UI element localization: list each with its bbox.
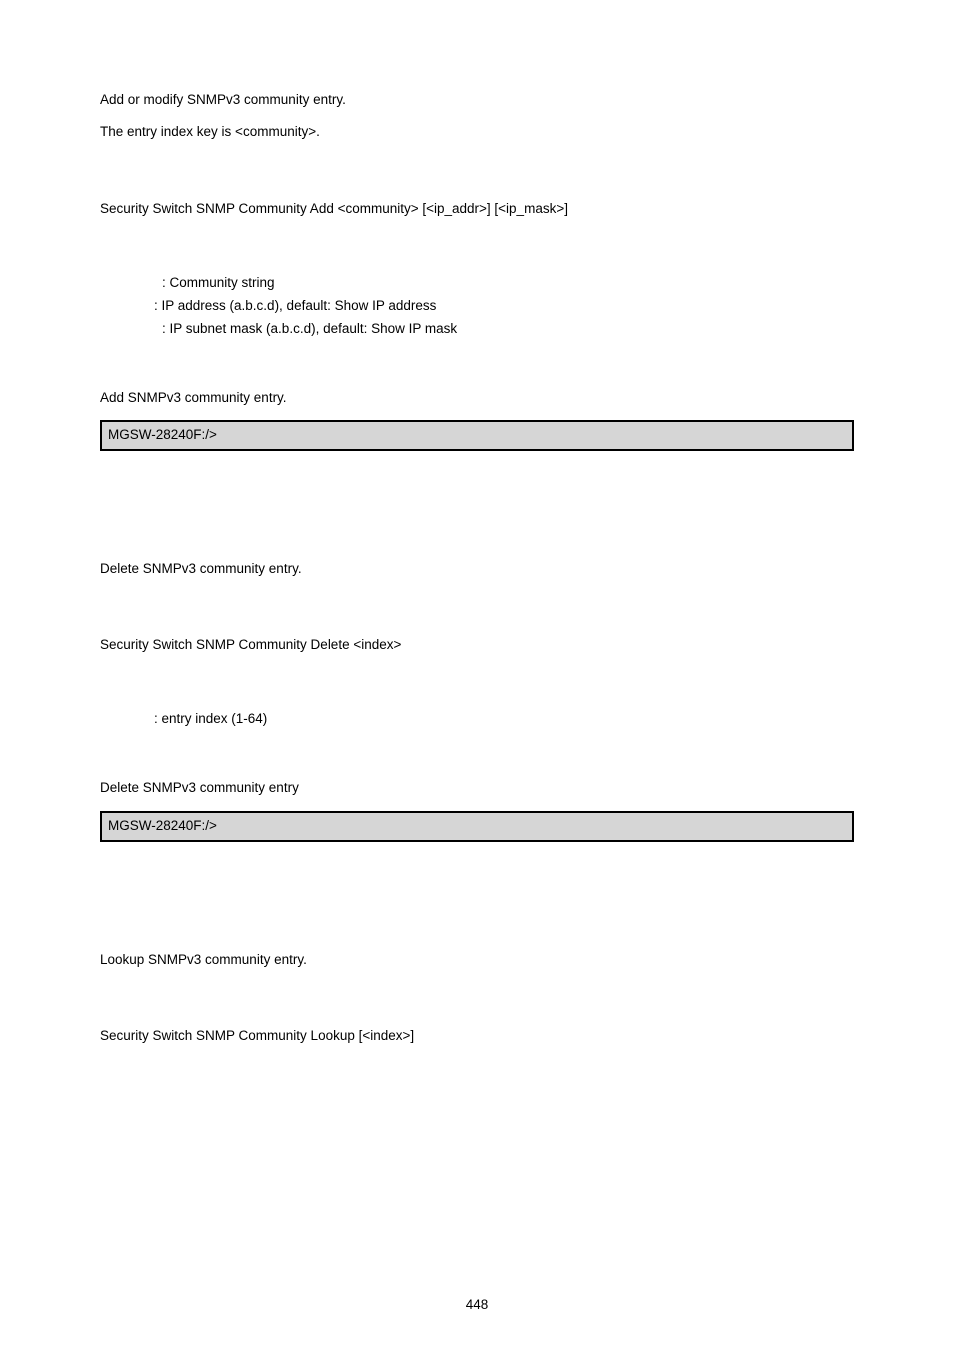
syntax-text: Security Switch SNMP Community Add <comm… bbox=[100, 199, 854, 219]
param-text: : Community string bbox=[162, 275, 854, 290]
page-number: 448 bbox=[0, 1297, 954, 1312]
param-text: : IP subnet mask (a.b.c.d), default: Sho… bbox=[162, 321, 854, 336]
param-text: : entry index (1-64) bbox=[154, 711, 854, 726]
example-label: Delete SNMPv3 community entry bbox=[100, 778, 854, 798]
code-block: MGSW-28240F:/> bbox=[100, 811, 854, 842]
syntax-text: Security Switch SNMP Community Delete <i… bbox=[100, 635, 854, 655]
param-text: : IP address (a.b.c.d), default: Show IP… bbox=[154, 298, 854, 313]
code-block: MGSW-28240F:/> bbox=[100, 420, 854, 451]
description-text: Lookup SNMPv3 community entry. bbox=[100, 950, 854, 970]
syntax-text: Security Switch SNMP Community Lookup [<… bbox=[100, 1026, 854, 1046]
description-text: Delete SNMPv3 community entry. bbox=[100, 559, 854, 579]
description-text: The entry index key is <community>. bbox=[100, 122, 854, 142]
example-label: Add SNMPv3 community entry. bbox=[100, 388, 854, 408]
description-text: Add or modify SNMPv3 community entry. bbox=[100, 90, 854, 110]
